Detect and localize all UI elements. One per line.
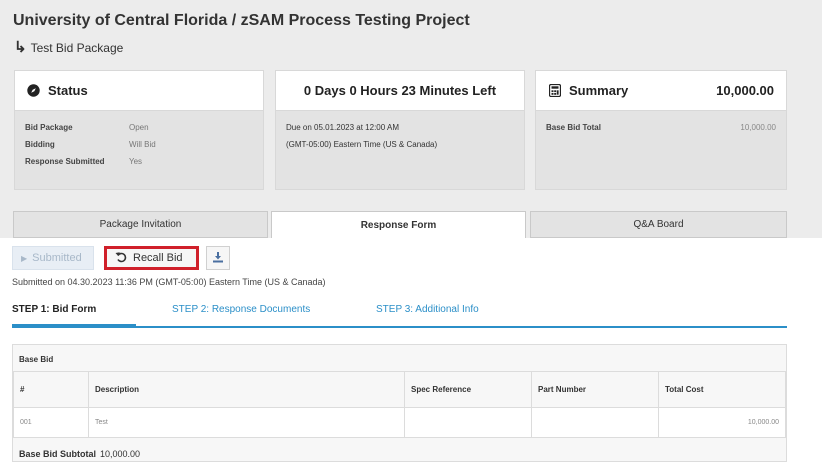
undo-icon (115, 251, 127, 266)
tab-qa-board[interactable]: Q&A Board (530, 211, 787, 238)
summary-card: Summary 10,000.00 Base Bid Total 10,000.0… (535, 70, 787, 190)
compass-icon (27, 84, 40, 97)
column-header: Spec Reference (404, 371, 532, 408)
page-header: University of Central Florida / zSAM Pro… (0, 0, 822, 239)
bid-table: # Description Spec Reference Part Number… (13, 371, 786, 438)
table-header: # Description Spec Reference Part Number… (13, 371, 786, 408)
action-bar: ▶ Submitted Recall Bid (12, 246, 230, 270)
column-header: # (13, 371, 89, 408)
summary-total: 10,000.00 (716, 83, 774, 98)
submitted-button[interactable]: ▶ Submitted (12, 246, 94, 270)
step-bid-form[interactable]: STEP 1: Bid Form (12, 304, 96, 315)
table-row: 001 Test 10,000.00 (13, 407, 786, 438)
tab-response-form[interactable]: Response Form (271, 211, 526, 239)
summary-row: Base Bid Total 10,000.00 (546, 123, 776, 132)
spec-reference (404, 407, 532, 438)
column-header: Description (88, 371, 405, 408)
tab-package-invitation[interactable]: Package Invitation (13, 211, 268, 238)
section-label: Base Bid (19, 355, 54, 364)
breadcrumb: ↳ Test Bid Package (14, 40, 123, 55)
part-number (531, 407, 659, 438)
base-bid-subtotal: Base Bid Subtotal 10,000.00 (19, 449, 141, 459)
play-icon: ▶ (21, 253, 28, 263)
column-header: Part Number (531, 371, 659, 408)
step-response-documents[interactable]: STEP 2: Response Documents (172, 304, 310, 315)
column-header: Total Cost (658, 371, 786, 408)
response-form-panel: ▶ Submitted Recall Bid Submitted on 04.3… (0, 238, 822, 462)
summary-title: Summary (569, 83, 629, 98)
active-step-indicator (12, 324, 136, 327)
recall-bid-button[interactable]: Recall Bid (104, 246, 199, 270)
breadcrumb-link[interactable]: Test Bid Package (31, 41, 124, 55)
status-card: Status Bid Package Open Bidding Will Bid R… (14, 70, 264, 190)
status-row: Bid Package Open (25, 123, 149, 132)
step-additional-info[interactable]: STEP 3: Additional Info (376, 304, 479, 315)
item-description: Test (88, 407, 405, 438)
page-title: University of Central Florida / zSAM Pro… (13, 12, 470, 29)
submitted-timestamp: Submitted on 04.30.2023 11:36 PM (GMT-05… (12, 277, 326, 287)
step-nav: STEP 1: Bid Form STEP 2: Response Docume… (12, 304, 787, 328)
status-row: Bidding Will Bid (25, 140, 156, 149)
item-number: 001 (13, 407, 89, 438)
base-bid-section: Base Bid # Description Spec Reference Pa… (12, 344, 787, 462)
due-date: Due on 05.01.2023 at 12:00 AM (286, 123, 399, 132)
return-arrow-icon: ↳ (14, 39, 27, 56)
download-icon (212, 251, 224, 266)
status-title: Status (48, 83, 88, 98)
status-row: Response Submitted Yes (25, 157, 143, 166)
time-remaining-card: 0 Days 0 Hours 23 Minutes Left Due on 05… (275, 70, 525, 190)
due-timezone: (GMT-05:00) Eastern Time (US & Canada) (286, 140, 438, 149)
total-cost: 10,000.00 (658, 407, 786, 438)
time-remaining: 0 Days 0 Hours 23 Minutes Left (303, 83, 497, 98)
download-button[interactable] (206, 246, 230, 270)
calculator-icon (548, 84, 561, 97)
